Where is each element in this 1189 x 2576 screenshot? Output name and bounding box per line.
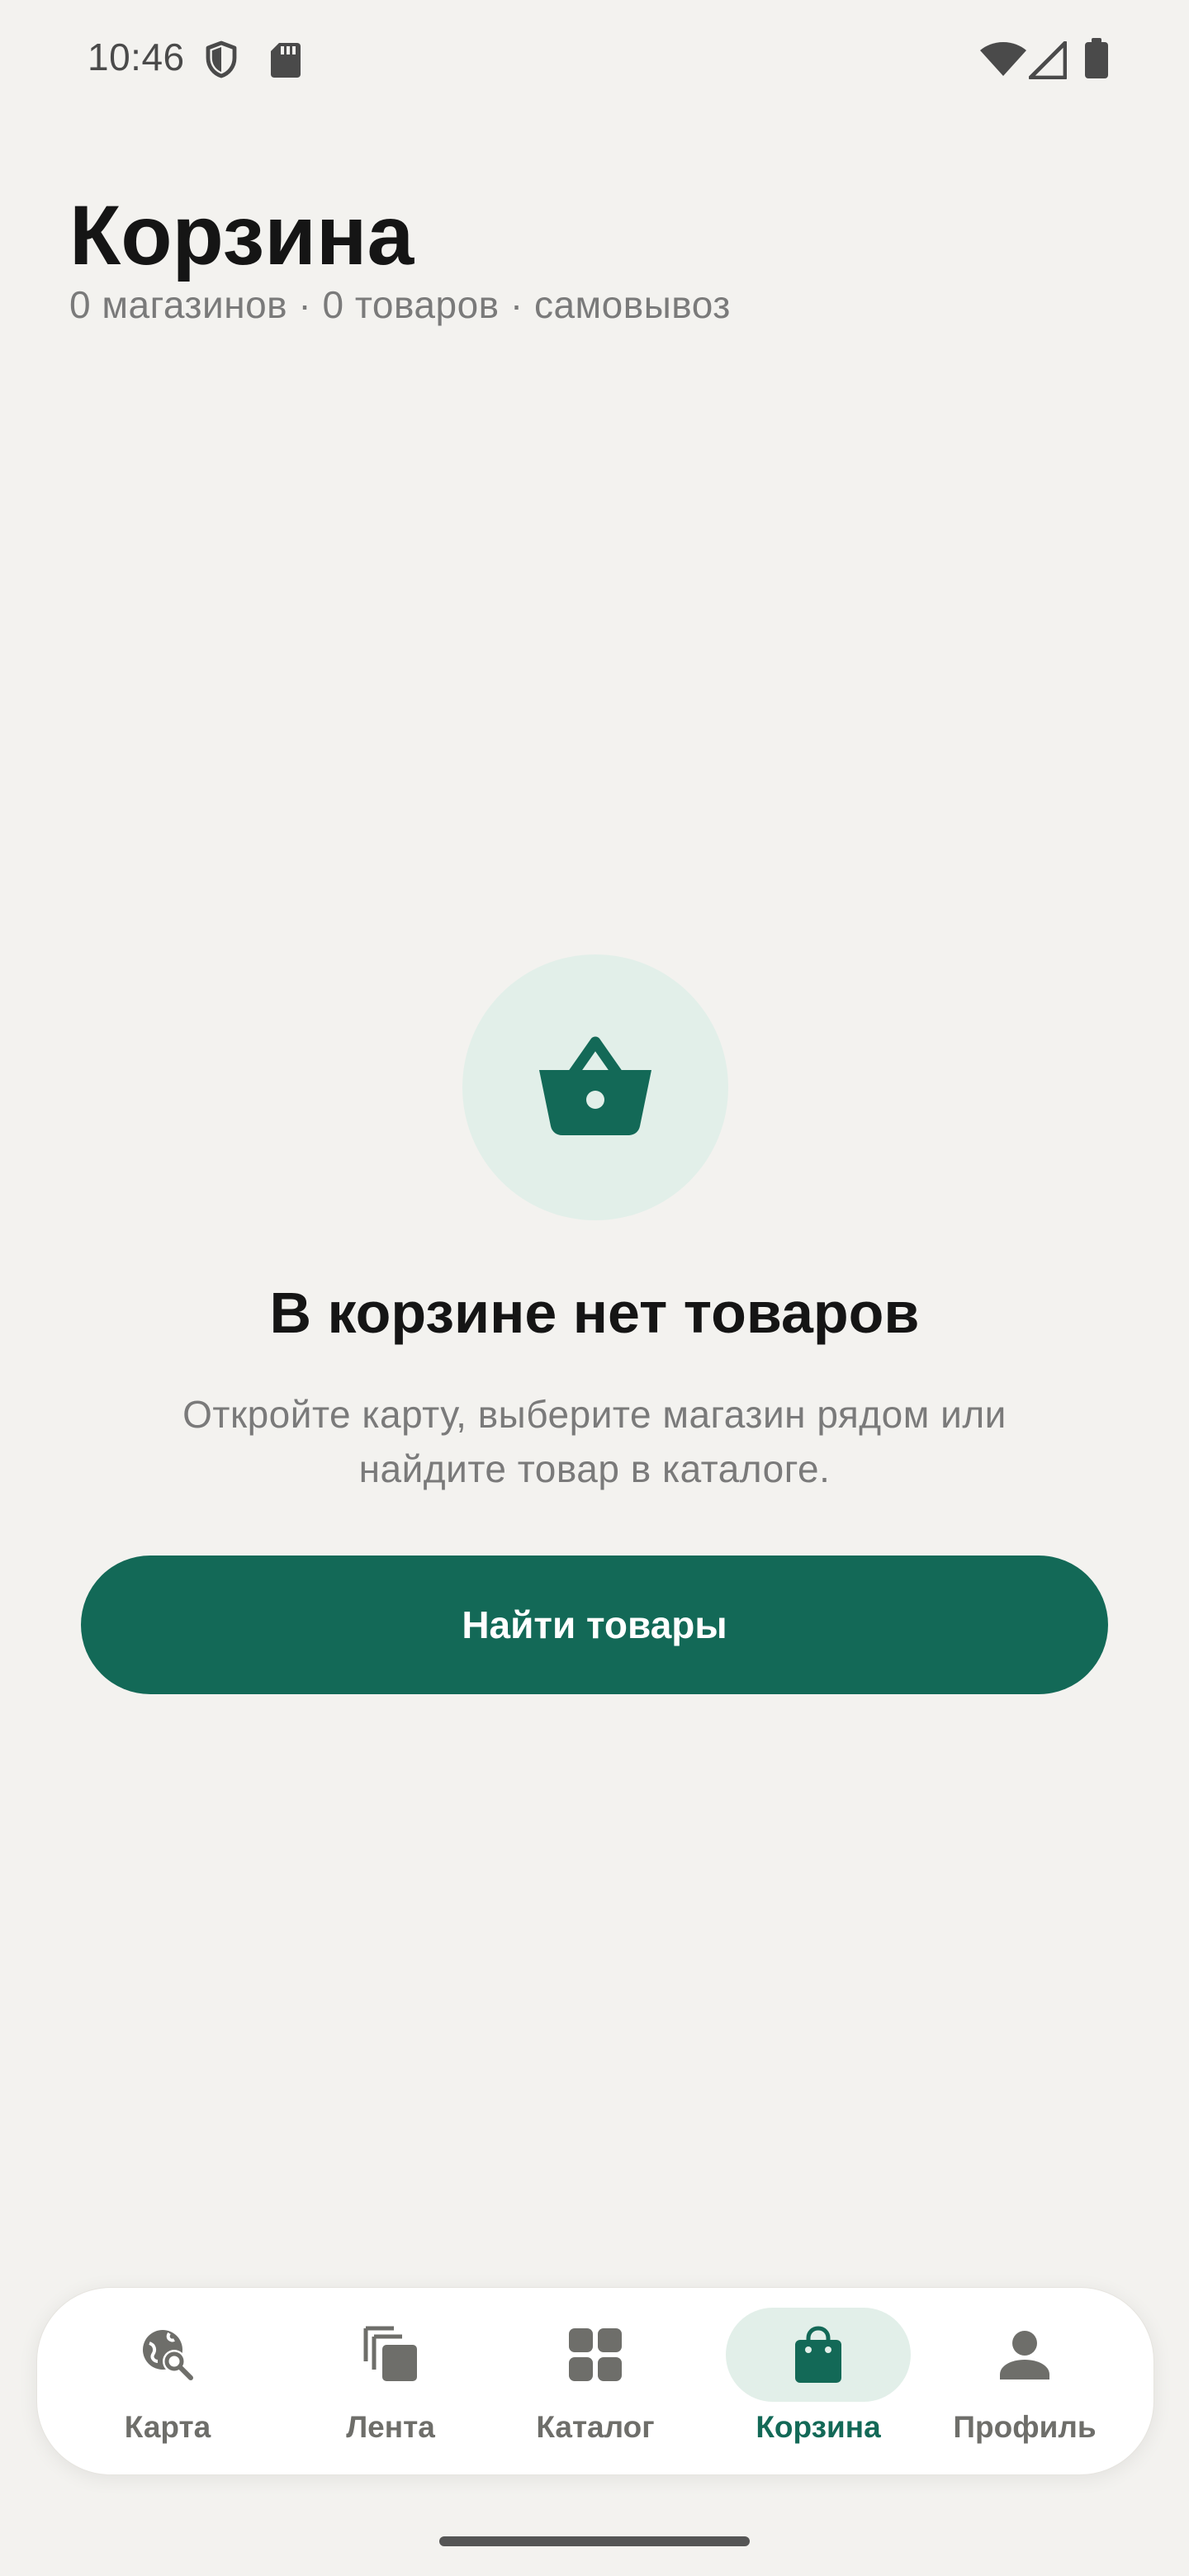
shield-icon (206, 40, 237, 78)
feed-icon (363, 2326, 417, 2381)
page-title: Корзина (69, 188, 414, 282)
nav-label-map: Карта (124, 2410, 211, 2444)
cart-bag-icon (795, 2326, 841, 2383)
map-search-icon (143, 2330, 193, 2380)
nav-item-feed[interactable]: Лента (283, 2288, 498, 2474)
empty-state-title: В корзине нет товаров (269, 1281, 920, 1345)
find-products-button[interactable]: Найти товары (81, 1556, 1108, 1694)
nav-label-profile: Профиль (953, 2410, 1097, 2444)
header: Корзина 0 магазинов · 0 товаров · самовы… (69, 190, 731, 327)
battery-icon (1085, 38, 1108, 78)
nav-item-map[interactable]: Карта (60, 2288, 275, 2474)
nav-item-profile[interactable]: Профиль (917, 2288, 1132, 2474)
basket-icon (539, 1036, 651, 1135)
status-time: 10:46 (88, 36, 185, 78)
cart-summary: 0 магазинов · 0 товаров · самовывоз (69, 283, 731, 326)
bottom-navigation: Карта Лента Каталог Корзина Профиль (36, 2287, 1154, 2475)
signal-icon (1029, 41, 1067, 79)
home-indicator[interactable] (439, 2536, 750, 2546)
profile-icon (1000, 2331, 1049, 2379)
catalog-grid-icon (569, 2328, 622, 2381)
nav-item-cart[interactable]: Корзина (711, 2288, 926, 2474)
nav-label-feed: Лента (346, 2410, 435, 2444)
status-bar: 10:46 (0, 0, 1189, 116)
empty-state-description: Откройте карту, выберите магазин рядом и… (182, 1393, 1007, 1490)
sd-card-icon (271, 43, 301, 78)
nav-label-catalog: Каталог (536, 2410, 655, 2444)
nav-label-cart: Корзина (756, 2410, 881, 2444)
wifi-icon (980, 42, 1026, 76)
nav-item-catalog[interactable]: Каталог (488, 2288, 703, 2474)
empty-cart-illustration (462, 954, 728, 1220)
